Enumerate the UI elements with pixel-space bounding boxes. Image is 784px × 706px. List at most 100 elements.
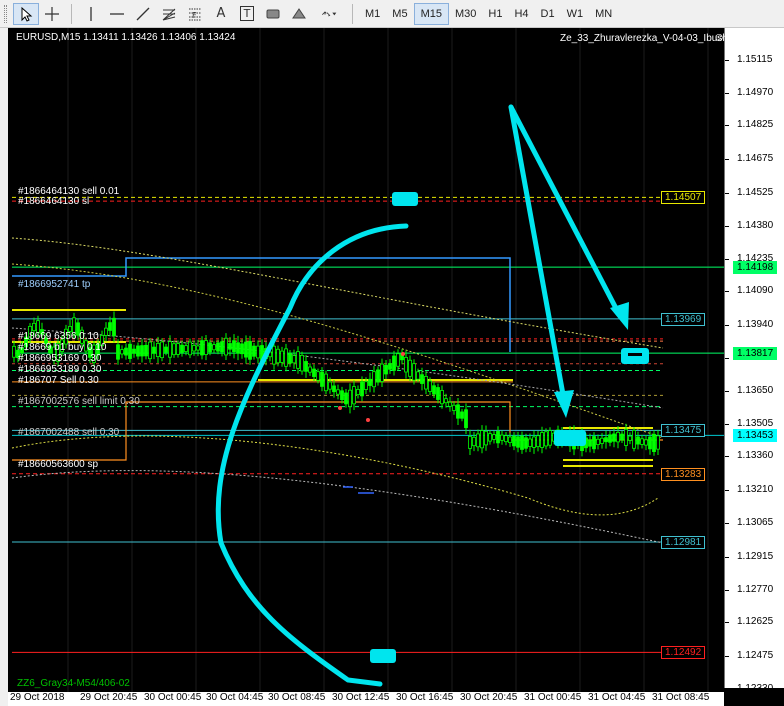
candle-body: [116, 344, 120, 360]
price-tick: [725, 159, 729, 161]
candle-body: [484, 430, 488, 446]
trade-marker: [338, 406, 342, 410]
candle-body: [148, 341, 152, 360]
rectangle-icon[interactable]: [260, 3, 286, 25]
candle-body: [324, 373, 328, 392]
candle-body: [136, 345, 140, 357]
price-tick-label: 1.12330: [737, 683, 774, 694]
price-tick-label: 1.14970: [737, 86, 774, 98]
horizontal-line-icon[interactable]: [104, 3, 130, 25]
candle-body: [320, 371, 324, 387]
indicator-label: ZZ6_Gray34-M54/406-02: [17, 678, 130, 689]
timeframe-mn[interactable]: MN: [589, 3, 618, 25]
trendline-icon[interactable]: [130, 3, 156, 25]
timeframe-h4[interactable]: H4: [508, 3, 534, 25]
price-tick: [725, 358, 729, 360]
candle-body: [172, 343, 176, 356]
candle-body: [432, 385, 436, 395]
fibonacci-icon[interactable]: F: [182, 3, 208, 25]
candle-body: [628, 435, 632, 441]
candle-body: [180, 344, 184, 353]
stacked-order-label[interactable]: #186707 Sell 0.30: [18, 376, 99, 386]
order-label[interactable]: #1866464130 sl: [18, 197, 89, 207]
order-label[interactable]: #18660563600 sp: [18, 460, 98, 470]
candle-body: [108, 322, 112, 331]
candle-body: [236, 342, 240, 354]
candle-body: [596, 438, 600, 445]
candle-body: [608, 434, 612, 443]
candle-body: [156, 342, 160, 358]
candle-body: [612, 433, 616, 442]
candle-body: [492, 434, 496, 440]
toolbar-grip[interactable]: [4, 4, 7, 23]
trade-marker: [366, 418, 370, 422]
candle-body: [480, 430, 484, 449]
price-badge: 1.14507: [661, 191, 706, 205]
order-label[interactable]: #1866952741 tp: [18, 280, 90, 290]
candle-body: [144, 344, 148, 357]
toolbar-separator: [352, 3, 353, 24]
stacked-order-label[interactable]: #18669 b1 buy 0.10: [18, 343, 106, 353]
candle-body: [220, 341, 224, 353]
candle-body: [456, 404, 460, 419]
stacked-order-label[interactable]: #1866953169 0.30: [18, 354, 101, 364]
timeframe-m30[interactable]: M30: [449, 3, 482, 25]
trade-marker: [401, 352, 405, 356]
envelope-bottom: [11, 470, 664, 544]
timeframe-w1[interactable]: W1: [561, 3, 590, 25]
candle-body: [332, 385, 336, 393]
candle-body: [196, 345, 200, 351]
price-tick-label: 1.12625: [737, 616, 774, 628]
envelope-lower: [11, 435, 659, 516]
timeframe-h1[interactable]: H1: [482, 3, 508, 25]
chart-canvas[interactable]: [8, 28, 724, 692]
timeframe-d1[interactable]: D1: [535, 3, 561, 25]
timeframe-m5[interactable]: M5: [386, 3, 413, 25]
candle-body: [648, 436, 652, 450]
candle-body: [508, 436, 512, 443]
candle-body: [128, 343, 132, 359]
candle-body: [588, 439, 592, 447]
crosshair-icon[interactable]: [39, 3, 65, 25]
candle-body: [420, 374, 424, 384]
time-label: 31 Oct 00:45: [524, 692, 582, 703]
candle-body: [464, 409, 468, 429]
price-tick-label: 1.13360: [737, 450, 774, 462]
timeframe-m1[interactable]: M1: [359, 3, 386, 25]
time-label: 29 Oct 2018: [10, 692, 65, 703]
timeframe-m15[interactable]: M15: [413, 2, 449, 25]
candle-body: [336, 389, 340, 395]
candle-body: [644, 439, 648, 446]
price-tick: [725, 92, 729, 94]
time-scale[interactable]: 29 Oct 2018 29 Oct 20:45 30 Oct 00:45 30 Oc…: [8, 692, 724, 706]
time-label: 30 Oct 16:45: [396, 692, 454, 703]
text-label-icon[interactable]: T: [234, 3, 260, 25]
price-badge: 1.12492: [661, 646, 706, 660]
order-label[interactable]: #1867002488 sell 0.30: [18, 428, 119, 438]
price-tick: [725, 390, 729, 392]
candle-body: [652, 433, 656, 452]
arrows-icon[interactable]: [312, 3, 346, 25]
candle-body: [620, 433, 624, 441]
candle-body: [412, 363, 416, 381]
candle-body: [212, 344, 216, 351]
cursor-icon[interactable]: [13, 2, 39, 25]
candle-body: [312, 368, 316, 377]
candle-body: [216, 342, 220, 352]
candle-body: [200, 340, 204, 356]
text-icon[interactable]: A: [208, 3, 234, 25]
candle-body: [384, 364, 388, 375]
triangle-icon[interactable]: [286, 3, 312, 25]
candle-body: [124, 347, 128, 356]
stacked-order-label[interactable]: #1866953189 0.30: [18, 365, 101, 375]
candle-body: [32, 322, 36, 332]
candle-body: [516, 436, 520, 448]
candle-body: [104, 327, 108, 336]
candle-body: [248, 341, 252, 360]
order-label[interactable]: #1867002576 sell limit 0.30: [18, 397, 140, 407]
candle-body: [160, 341, 164, 359]
price-tick-label: 1.14525: [737, 187, 774, 199]
stacked-order-label[interactable]: #18669 6356 0.10: [18, 332, 99, 342]
fibonacci-fan-icon[interactable]: [156, 3, 182, 25]
vertical-line-icon[interactable]: [78, 3, 104, 25]
